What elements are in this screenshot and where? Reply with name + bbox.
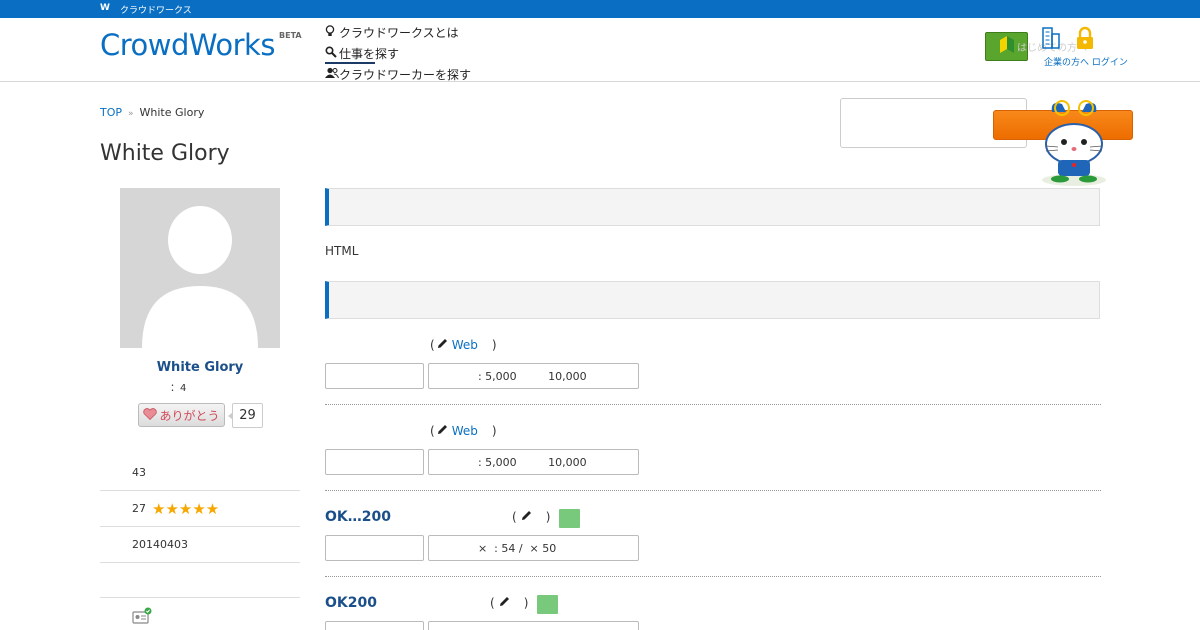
- page-title: White Glory: [100, 141, 230, 166]
- status-badge: [537, 595, 558, 614]
- lightbulb-icon: [325, 25, 339, 40]
- divider: [325, 404, 1101, 405]
- paren: (: [490, 596, 495, 610]
- paren: ): [491, 338, 497, 352]
- intro-text: HTML: [325, 244, 359, 258]
- paren: (: [430, 424, 435, 438]
- item-price-box: [428, 621, 639, 630]
- lock-icon[interactable]: [1075, 26, 1095, 55]
- avatar[interactable]: [120, 188, 280, 348]
- stat-row-rating: 27 ★★★★★: [100, 491, 300, 527]
- id-card-verified-icon: [132, 607, 152, 629]
- divider: [100, 597, 300, 598]
- paren: (: [512, 510, 517, 524]
- paren: ): [491, 424, 497, 438]
- section-heading: [325, 281, 1100, 319]
- breadcrumb-top-link[interactable]: TOP: [100, 106, 122, 119]
- nav-label: 仕事を探す: [339, 47, 400, 61]
- user-sub-info: ：4: [170, 383, 187, 394]
- pencil-icon: [521, 510, 532, 524]
- item-price-box: : 5,000 10,000: [428, 363, 639, 389]
- item-title-link[interactable]: OK200: [325, 595, 377, 611]
- nav-label: クラウドワークスとは: [339, 26, 459, 40]
- item-category: ( Web ): [430, 338, 497, 352]
- item-category: ( Web ): [430, 424, 497, 438]
- search-icon: [325, 46, 339, 61]
- paren: (: [430, 338, 435, 352]
- item-title-link[interactable]: OK…200: [325, 509, 391, 525]
- beginner-leaf-icon: [999, 35, 1015, 59]
- thanks-label: ありがとう: [159, 408, 220, 423]
- stat-value: 43: [132, 466, 146, 479]
- pencil-icon: [499, 596, 510, 610]
- item-category: ( ): [490, 596, 528, 610]
- category-link[interactable]: Web: [452, 424, 478, 438]
- status-badge: [559, 509, 580, 528]
- thanks-button[interactable]: ありがとう: [138, 403, 225, 427]
- user-name[interactable]: White Glory: [100, 360, 300, 375]
- paren: ): [523, 596, 529, 610]
- stat-row: 43: [100, 455, 300, 491]
- divider: [325, 490, 1101, 491]
- nav-item-find-workers[interactable]: クラウドワーカーを探す: [325, 64, 471, 85]
- topbar-logo[interactable]: W: [100, 3, 110, 13]
- nav-item-about[interactable]: クラウドワークスとは: [325, 22, 471, 43]
- stat-row: 20140403: [100, 527, 300, 563]
- thanks-count: 29: [228, 403, 263, 428]
- item-category: ( ): [512, 510, 550, 524]
- item-label-box: [325, 449, 424, 475]
- item-price-box: : 5,000 10,000: [428, 449, 639, 475]
- main-nav: クラウドワークスとは 仕事を探す クラウドワーカーを探す: [325, 22, 471, 85]
- section-heading: [325, 188, 1100, 226]
- site-logo[interactable]: CrowdWorks: [100, 28, 275, 62]
- rating-stars: ★★★★★: [152, 499, 220, 518]
- pencil-icon: [437, 424, 448, 438]
- breadcrumb-current: White Glory: [139, 106, 205, 119]
- top-bar: W クラウドワークス: [0, 0, 1200, 18]
- stat-value: 27: [132, 502, 146, 515]
- beta-badge: BETA: [279, 31, 302, 40]
- item-label-box: [325, 621, 424, 630]
- login-link[interactable]: 企業の方へ ログイン: [1044, 55, 1128, 68]
- paren: ): [545, 510, 551, 524]
- nav-label: クラウドワーカーを探す: [339, 68, 472, 82]
- breadcrumb-separator: »: [128, 109, 134, 119]
- divider: [325, 576, 1101, 577]
- item-price-box: × : 54 / × 50: [428, 535, 639, 561]
- breadcrumb: TOP » White Glory: [100, 106, 204, 119]
- heart-icon: [143, 407, 158, 423]
- users-icon: [325, 67, 339, 82]
- stat-value: 20140403: [132, 538, 188, 551]
- building-icon[interactable]: [1041, 26, 1061, 55]
- item-label-box: [325, 363, 424, 389]
- topbar-text[interactable]: クラウドワークス: [120, 3, 192, 16]
- item-label-box: [325, 535, 424, 561]
- pencil-icon: [437, 338, 448, 352]
- site-header: CrowdWorks BETA クラウドワークスとは 仕事を探す クラウドワーカ…: [0, 18, 1200, 82]
- mascot-cat-image: [1038, 100, 1110, 190]
- nav-item-find-jobs[interactable]: 仕事を探す: [325, 43, 471, 64]
- category-link[interactable]: Web: [452, 338, 478, 352]
